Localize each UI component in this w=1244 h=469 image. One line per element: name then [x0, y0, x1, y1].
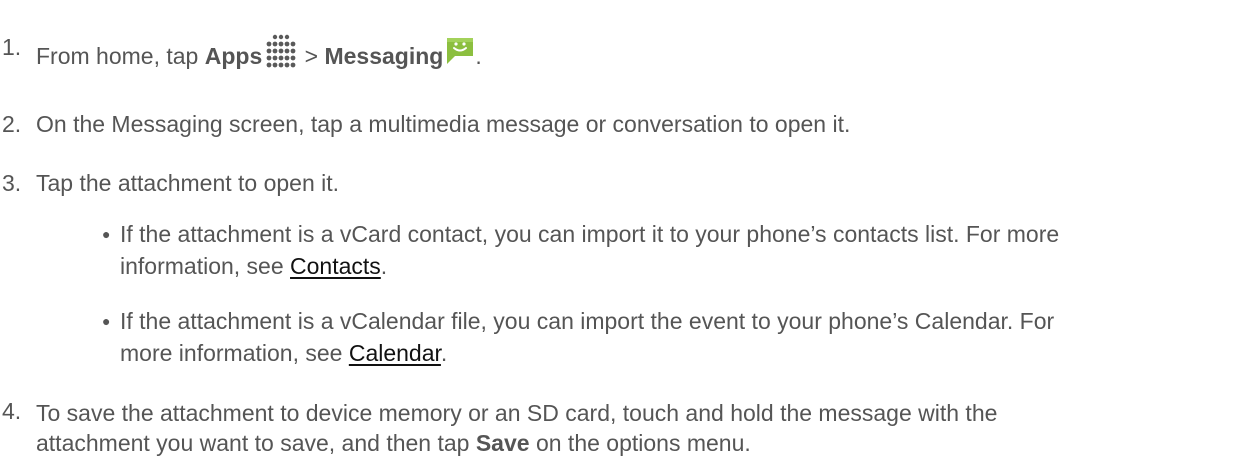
- bullet-2-text: If the attachment is a vCalendar file, y…: [120, 305, 1230, 369]
- step-4-line-2: attachment you want to save, and then ta…: [36, 428, 1236, 458]
- step-2-number: 2.: [2, 111, 22, 137]
- bullet-1-line-2: information, see Contacts.: [120, 250, 1230, 282]
- step-4-line-1: To save the attachment to device memory …: [36, 400, 998, 426]
- step-1-text: From home, tap Apps > Messaging .: [36, 34, 482, 70]
- bullet-2-line-1: If the attachment is a vCalendar file, y…: [120, 308, 1055, 334]
- bullet-dot-icon: ●: [102, 313, 111, 329]
- step-4-post: on the options menu.: [529, 430, 751, 456]
- bullet-1-pre: information, see: [120, 253, 291, 279]
- step-1-number: 1.: [2, 34, 22, 60]
- apps-label: Apps: [204, 43, 263, 69]
- step-4-pre: attachment you want to save, and then ta…: [36, 430, 476, 456]
- bullet-dot-icon: ●: [102, 226, 111, 242]
- save-label: Save: [475, 430, 530, 456]
- bullet-2-pre: more information, see: [120, 340, 349, 366]
- step-2-text: On the Messaging screen, tap a multimedi…: [36, 111, 851, 137]
- calendar-link[interactable]: Calendar: [349, 340, 441, 366]
- messaging-app-icon: [447, 38, 474, 64]
- bullet-1-text: If the attachment is a vCard contact, yo…: [120, 218, 1230, 282]
- step-1-pre: From home, tap: [36, 43, 205, 69]
- step-1-separator: >: [298, 43, 325, 69]
- messaging-label: Messaging: [324, 43, 444, 69]
- step-4-number: 4.: [2, 398, 22, 424]
- bullet-1-line-1: If the attachment is a vCard contact, yo…: [120, 221, 1060, 247]
- step-3-number: 3.: [2, 170, 22, 196]
- step-1-post: .: [475, 43, 482, 69]
- contacts-link[interactable]: Contacts: [290, 253, 381, 279]
- step-4-text: To save the attachment to device memory …: [36, 398, 1236, 458]
- apps-grid-icon: [266, 34, 296, 68]
- step-3-text: Tap the attachment to open it.: [36, 170, 340, 196]
- bullet-2-post: .: [440, 340, 448, 366]
- bullet-2-line-2: more information, see Calendar.: [120, 337, 1230, 369]
- bullet-1-post: .: [380, 253, 388, 279]
